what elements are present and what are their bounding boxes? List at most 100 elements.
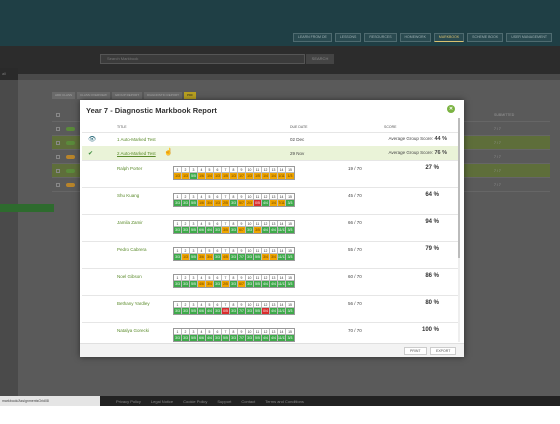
question-mark-cell[interactable]: 5/5 <box>190 227 198 233</box>
question-mark-cell[interactable]: 4/4 <box>206 308 214 314</box>
question-mark-cell[interactable]: 3/3 <box>246 308 254 314</box>
row-checkbox[interactable] <box>56 182 60 187</box>
test-row[interactable]: 👁 1 Auto-Marked Test 02 Dec Average Group S… <box>82 132 458 146</box>
student-name[interactable]: Jamila Zamir <box>117 220 143 225</box>
question-mark-cell[interactable]: 3/3 <box>230 281 238 287</box>
question-mark-cell[interactable]: 6/6 <box>198 227 206 233</box>
question-mark-cell[interactable]: 3/3 <box>182 308 190 314</box>
question-mark-cell[interactable]: 3/3 <box>214 254 222 260</box>
nav-item-lessons[interactable]: LESSONS <box>334 33 362 42</box>
question-mark-cell[interactable]: 3/3 <box>286 281 294 287</box>
question-mark-cell[interactable]: 3/4 <box>270 254 278 260</box>
question-mark-cell[interactable]: 1/5 <box>222 173 230 179</box>
nav-item-user-management[interactable]: USER MANAGEMENT <box>506 33 552 42</box>
question-mark-cell[interactable]: 1/3 <box>182 173 190 179</box>
student-name[interactable]: Ralph Porter <box>117 166 142 171</box>
question-mark-cell[interactable]: 3/3 <box>214 308 222 314</box>
question-mark-cell[interactable]: 7/7 <box>238 308 246 314</box>
question-mark-cell[interactable]: 1/3 <box>214 200 222 206</box>
question-mark-cell[interactable]: 11/11 <box>278 281 286 287</box>
question-mark-cell[interactable]: 4/4 <box>206 335 214 341</box>
question-mark-cell[interactable]: 3/3 <box>182 281 190 287</box>
question-mark-cell[interactable]: 1/4 <box>262 173 270 179</box>
question-mark-cell[interactable]: 1/3 <box>214 173 222 179</box>
question-mark-cell[interactable]: 3/4 <box>206 254 214 260</box>
question-mark-cell[interactable]: 3/3 <box>230 254 238 260</box>
question-mark-cell[interactable]: 6/7 <box>238 227 246 233</box>
question-mark-cell[interactable]: 3/3 <box>246 281 254 287</box>
question-mark-cell[interactable]: 5/7 <box>238 200 246 206</box>
check-icon[interactable]: ✔ <box>88 150 93 157</box>
question-mark-cell[interactable]: 1/6 <box>198 173 206 179</box>
question-mark-cell[interactable]: 3/3 <box>286 200 294 206</box>
student-name[interactable]: Natalya Gorecki <box>117 328 149 333</box>
footer-link-privacy-policy[interactable]: Privacy Policy <box>116 399 141 404</box>
question-mark-cell[interactable]: 3/3 <box>230 200 238 206</box>
search-button[interactable]: SEARCH <box>306 54 334 64</box>
question-mark-cell[interactable]: 3/3 <box>286 308 294 314</box>
question-mark-cell[interactable]: 4/4 <box>262 281 270 287</box>
question-mark-cell[interactable]: 1/7 <box>238 173 246 179</box>
question-mark-cell[interactable]: 7/7 <box>238 335 246 341</box>
question-mark-cell[interactable]: 4/6 <box>198 281 206 287</box>
question-mark-cell[interactable]: 3/3 <box>246 254 254 260</box>
tab-group-report[interactable]: GROUP REPORT <box>111 92 143 99</box>
question-mark-cell[interactable]: 4/5 <box>222 254 230 260</box>
question-mark-cell[interactable]: 3/3 <box>214 227 222 233</box>
question-mark-cell[interactable]: 5/5 <box>254 254 262 260</box>
scrollbar-thumb[interactable] <box>458 118 460 258</box>
nav-item-learn-from-de[interactable]: LEARN FROM DE <box>293 33 332 42</box>
nav-item-resources[interactable]: RESOURCES <box>364 33 397 42</box>
question-mark-cell[interactable]: 0/5 <box>222 308 230 314</box>
question-mark-cell[interactable]: 11/11 <box>278 254 286 260</box>
question-mark-cell[interactable]: 7/7 <box>238 254 246 260</box>
question-mark-cell[interactable]: 3/3 <box>182 227 190 233</box>
nav-item-markbook[interactable]: MARKBOOK <box>433 33 465 42</box>
test-row[interactable]: ✔ 2 Auto-Marked Test ☝ 29 Nov Average Group … <box>82 146 458 160</box>
question-mark-cell[interactable]: 1/3 <box>182 254 190 260</box>
question-mark-cell[interactable]: 3/5 <box>254 227 262 233</box>
question-mark-cell[interactable]: 1/5 <box>254 173 262 179</box>
question-mark-cell[interactable]: 11/11 <box>278 335 286 341</box>
question-mark-cell[interactable]: 5/5 <box>222 335 230 341</box>
question-mark-cell[interactable]: 4/4 <box>262 335 270 341</box>
question-mark-cell[interactable]: 1/4 <box>270 200 278 206</box>
question-mark-cell[interactable]: 3/3 <box>174 281 182 287</box>
question-mark-cell[interactable]: 3/3 <box>174 200 182 206</box>
question-mark-cell[interactable]: 3/3 <box>182 200 190 206</box>
question-mark-cell[interactable]: 2/3 <box>246 200 254 206</box>
student-name[interactable]: Pedro Cabrera <box>117 247 147 252</box>
tab-add-class[interactable]: ADD CLASS <box>52 92 76 99</box>
test-title[interactable]: 2 Auto-Marked Test <box>117 151 156 156</box>
export-button[interactable]: EXPORT <box>430 347 457 355</box>
question-mark-cell[interactable]: 4/4 <box>262 200 270 206</box>
question-mark-cell[interactable]: 3/3 <box>174 335 182 341</box>
question-mark-cell[interactable]: 3/3 <box>214 335 222 341</box>
left-filter-label[interactable]: all <box>0 68 18 80</box>
question-mark-cell[interactable]: 5/5 <box>254 335 262 341</box>
question-mark-cell[interactable]: 3/3 <box>286 254 294 260</box>
question-mark-cell[interactable]: 5/5 <box>190 254 198 260</box>
print-button[interactable]: PRINT <box>404 347 427 355</box>
question-mark-cell[interactable]: 7/11 <box>278 200 286 206</box>
question-mark-cell[interactable]: 1/11 <box>278 173 286 179</box>
student-name[interactable]: Shu Kuang <box>117 193 139 198</box>
footer-link-contact[interactable]: Contact <box>241 399 255 404</box>
footer-link-legal-notice[interactable]: Legal Notice <box>151 399 173 404</box>
question-mark-cell[interactable]: 5/5 <box>254 281 262 287</box>
question-mark-cell[interactable]: 5/5 <box>190 335 198 341</box>
nav-item-homework[interactable]: HOMEWORK <box>399 33 431 42</box>
question-mark-cell[interactable]: 11/11 <box>278 227 286 233</box>
question-mark-cell[interactable]: 4/4 <box>206 227 214 233</box>
question-mark-cell[interactable]: 5/5 <box>190 200 198 206</box>
question-mark-cell[interactable]: 0/5 <box>254 200 262 206</box>
student-name[interactable]: Bethany Yardley <box>117 301 150 306</box>
question-mark-cell[interactable]: 3/3 <box>246 227 254 233</box>
question-mark-cell[interactable]: 3/3 <box>174 254 182 260</box>
question-mark-cell[interactable]: 0/4 <box>262 308 270 314</box>
question-mark-cell[interactable]: 3/3 <box>174 308 182 314</box>
question-mark-cell[interactable]: 4/4 <box>270 281 278 287</box>
question-mark-cell[interactable]: 11/11 <box>278 308 286 314</box>
question-mark-cell[interactable]: 3/3 <box>230 335 238 341</box>
question-mark-cell[interactable]: 6/6 <box>198 335 206 341</box>
